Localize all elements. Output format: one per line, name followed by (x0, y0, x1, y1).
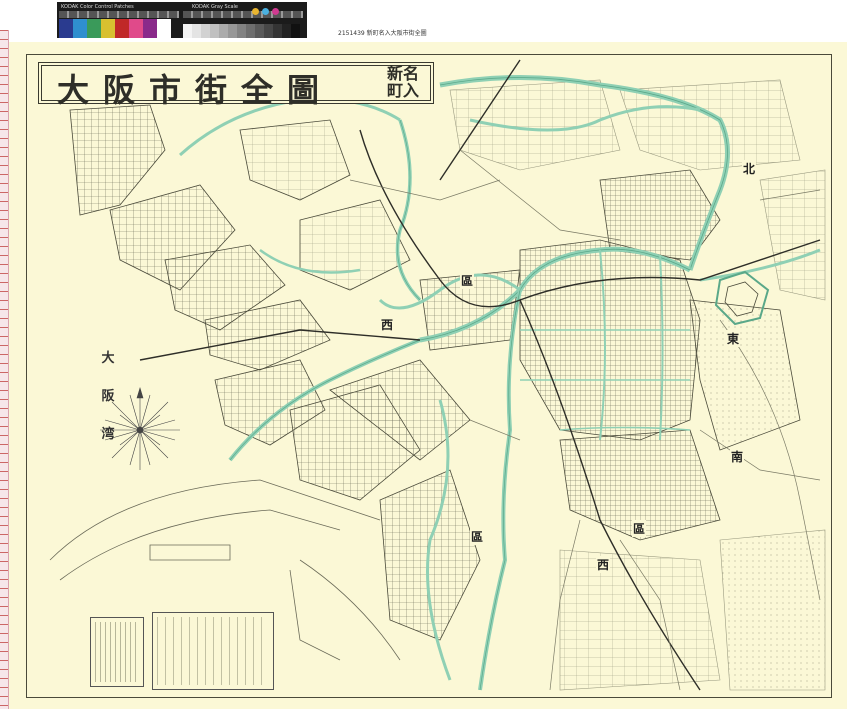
district-label-nishi: 西 (380, 316, 395, 333)
publisher-text-block (95, 622, 139, 682)
reclaimed-land-blocks (69, 104, 481, 641)
district-label-minami: 南 (730, 448, 745, 465)
city-grid (419, 169, 801, 541)
map-title: 大阪市街全圖 (57, 71, 334, 109)
district-ku-label-2: 區 (632, 520, 647, 537)
publisher-legend-box (90, 617, 144, 687)
legend-symbols-block (157, 617, 269, 685)
map-legend-box (152, 612, 274, 690)
district-label-nishi-2: 西 (596, 556, 611, 573)
district-label-higashi: 東 (726, 330, 741, 347)
osaka-bay-label: 大阪湾 (101, 351, 115, 442)
district-ku-label-1: 區 (460, 272, 475, 289)
map-subtitle: 新名町入 (386, 64, 419, 100)
district-ku-label-3: 區 (470, 528, 485, 545)
title-cartouche: 大阪市街全圖 新名町入 (38, 62, 434, 109)
district-label-kita: 北 (742, 160, 757, 177)
